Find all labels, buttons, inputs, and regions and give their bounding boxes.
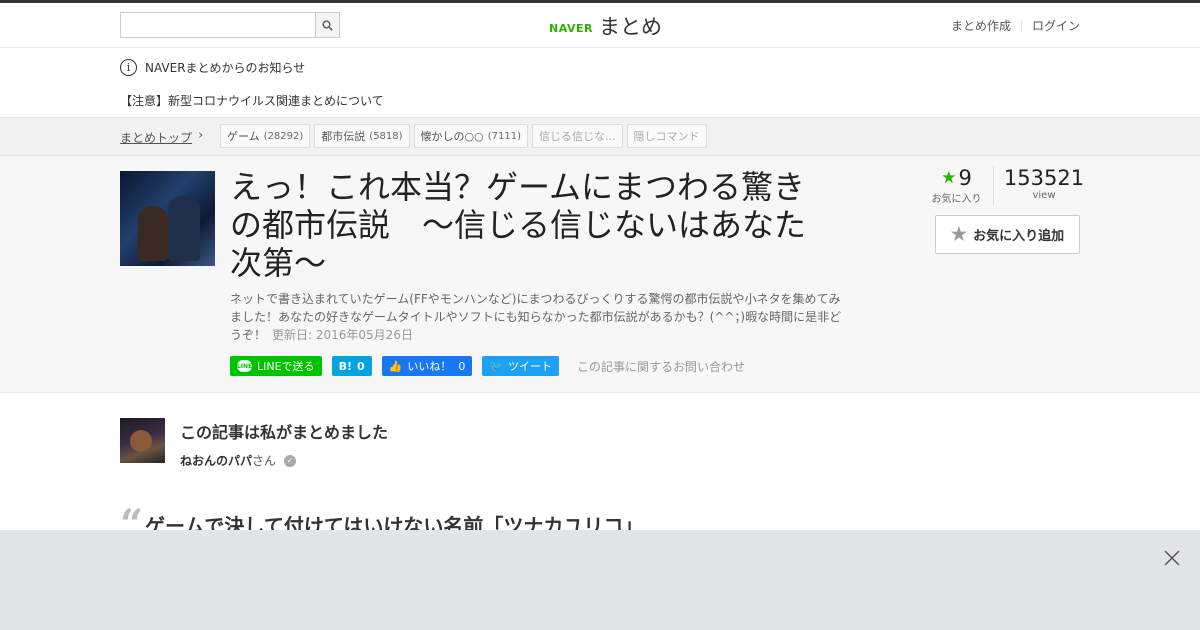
share-bar: LINE LINEで送る B! 0 👍 いいね！ 0 🐦 ツイート この記事に関するお問… [230, 356, 745, 376]
breadcrumb-home-link[interactable]: まとめトップ [120, 129, 192, 146]
notice-area: i NAVERまとめからのお知らせ 【注意】新型コロナウイルス関連まとめについて [0, 48, 1200, 118]
search-input[interactable] [120, 12, 315, 38]
tag-nostalgic[interactable]: 懐かしの○○ (7111) [413, 124, 529, 148]
avatar-figure [130, 430, 152, 452]
hatena-icon: B! [338, 359, 352, 373]
close-icon[interactable] [1162, 548, 1182, 568]
add-favorite-button[interactable]: ★ お気に入り追加 [935, 215, 1080, 254]
info-icon: i [120, 59, 137, 76]
hatena-count: 0 [356, 359, 365, 373]
fb-like-label: いいね！ [407, 360, 452, 373]
tag-label: ゲーム [227, 130, 260, 143]
hatena-bookmark-button[interactable]: B! 0 [331, 356, 372, 376]
author-heading: この記事は私がまとめました [180, 423, 389, 442]
views-label: view [1032, 190, 1056, 201]
header-divider [1020, 19, 1022, 32]
favorites-label: お気に入り [931, 194, 982, 205]
author-suffix: さん [252, 454, 277, 468]
logo-brand: NAVER [549, 21, 593, 35]
ad-overlay-banner [0, 530, 1200, 630]
tag-believe-or-not[interactable]: 信じる信じな... [532, 124, 623, 148]
line-icon: LINE [237, 360, 252, 372]
login-link[interactable]: ログイン [1032, 17, 1080, 34]
search-box [120, 12, 340, 38]
tag-count: (28292) [263, 130, 304, 142]
tag-label: 都市伝説 [321, 130, 366, 143]
article-stats: ★ 9 お気に入り 153521 view [920, 166, 1094, 205]
site-header: NAVER まとめ まとめ作成 ログイン [0, 3, 1200, 48]
verified-check-icon: ✓ [284, 454, 297, 467]
search-icon [322, 19, 333, 31]
tag-list: ゲーム (28292) 都市伝説 (5818) 懐かしの○○ (7111) 信じる信じ… [220, 124, 707, 148]
line-share-button[interactable]: LINE LINEで送る [230, 356, 322, 376]
header-links: まとめ作成 ログイン [951, 17, 1080, 34]
tag-count: (5818) [369, 130, 403, 142]
line-share-label: LINEで送る [257, 360, 315, 373]
notice-heading-text: NAVERまとめからのお知らせ [145, 61, 306, 75]
tag-urban-legend[interactable]: 都市伝説 (5818) [314, 124, 410, 148]
tag-hidden-command[interactable]: 隠しコマンド [626, 124, 707, 148]
article-description: ネットで書き込まれていたゲーム(FFやモンハンなど)にまつわるびっくりする驚愕の… [230, 290, 845, 344]
contact-link[interactable]: この記事に関するお問い合わせ [577, 358, 745, 375]
views-count: 153521 [1003, 166, 1085, 190]
star-outline-icon: ★ [950, 224, 968, 244]
author-avatar[interactable] [120, 418, 165, 463]
breadcrumb: まとめトップ › ゲーム (28292) 都市伝説 (5818) 懐かしの○○ (71… [0, 118, 1200, 156]
site-logo[interactable]: NAVER まとめ [549, 11, 662, 41]
facebook-like-button[interactable]: 👍 いいね！ 0 [381, 356, 473, 376]
tweet-button[interactable]: 🐦 ツイート [482, 356, 560, 376]
notice-link[interactable]: 【注意】新型コロナウイルス関連まとめについて [120, 92, 384, 109]
search-button[interactable] [315, 12, 340, 38]
updated-date: 更新日: 2016年05月26日 [272, 328, 413, 342]
favorites-count: 9 [958, 166, 972, 190]
logo-product: まとめ [598, 15, 662, 39]
views-stat: 153521 view [994, 166, 1094, 205]
tag-game[interactable]: ゲーム (28292) [220, 124, 311, 148]
author-block: この記事は私がまとめました ねおんのパパ さん ✓ [120, 418, 388, 469]
tweet-label: ツイート [508, 360, 553, 373]
create-matome-link[interactable]: まとめ作成 [951, 17, 1011, 34]
article-header: えっ！これ本当？ゲームにまつわる驚きの都市伝説 ～信じる信じないはあなた次第～ … [0, 156, 1200, 393]
tag-label: 懐かしの○○ [420, 130, 484, 143]
thumbnail-figure [168, 196, 200, 261]
tag-label: 隠しコマンド [633, 130, 700, 143]
star-icon: ★ [941, 168, 957, 188]
thumbnail-figure [138, 206, 168, 261]
article-title: えっ！これ本当？ゲームにまつわる驚きの都市伝説 ～信じる信じないはあなた次第～ [230, 168, 807, 282]
fb-like-count: 0 [458, 359, 466, 373]
notice-heading: i NAVERまとめからのお知らせ [120, 59, 305, 76]
thumbs-up-icon: 👍 [388, 359, 403, 373]
author-name-row: ねおんのパパ さん ✓ [180, 452, 388, 469]
tag-count: (7111) [487, 130, 522, 142]
twitter-bird-icon: 🐦 [489, 359, 504, 373]
favorites-stat: ★ 9 お気に入り [920, 166, 994, 205]
chevron-right-icon: › [198, 128, 204, 143]
tag-label: 信じる信じな... [539, 130, 616, 143]
author-name-link[interactable]: ねおんのパパ [180, 452, 252, 469]
article-thumbnail [120, 171, 215, 266]
author-info: この記事は私がまとめました ねおんのパパ さん ✓ [180, 418, 388, 469]
add-favorite-label: お気に入り追加 [973, 228, 1065, 243]
